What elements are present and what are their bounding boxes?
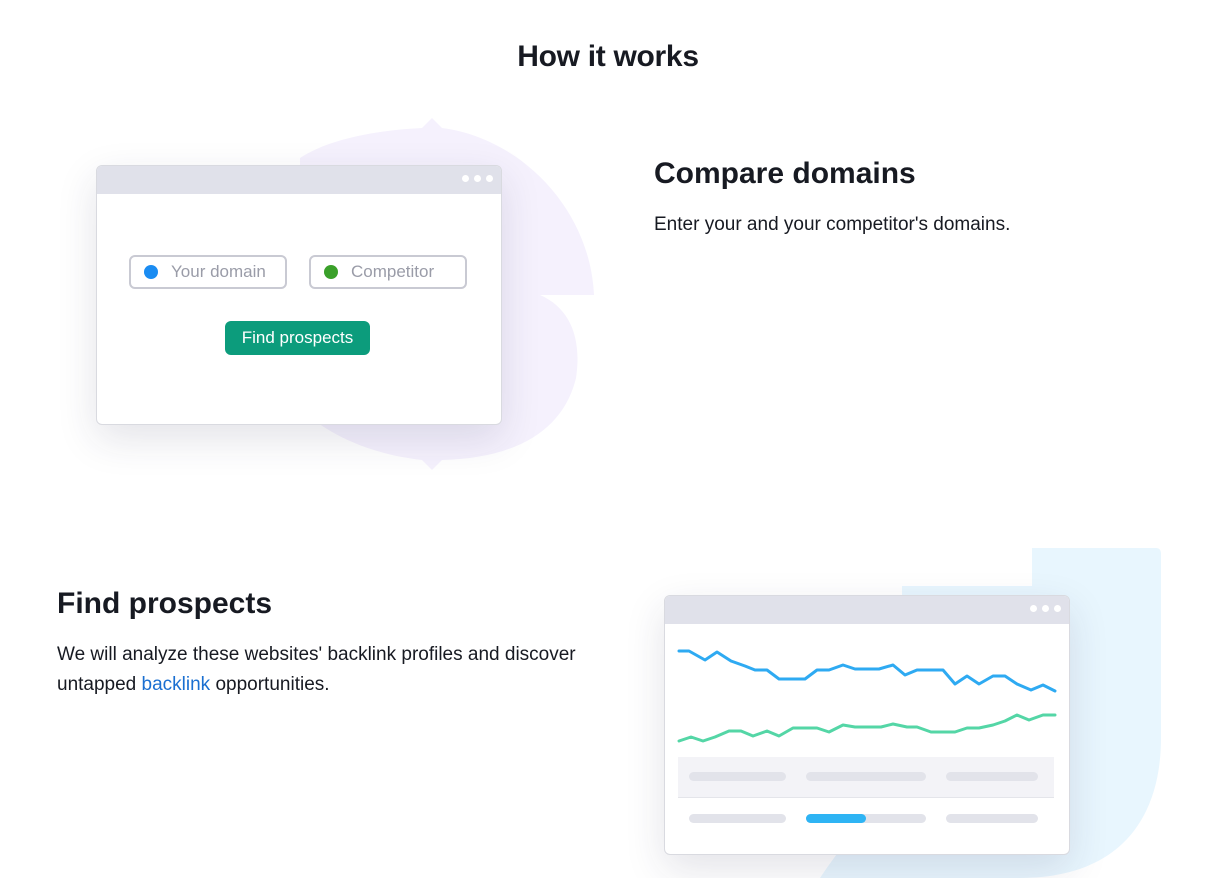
cell-placeholder (946, 814, 1038, 823)
your-domain-placeholder: Your domain (171, 262, 266, 281)
results-table (678, 757, 1054, 838)
competitor-field[interactable]: Competitor (309, 255, 467, 289)
step-find-prospects-description: We will analyze these websites' backlink… (57, 640, 577, 700)
step-compare-domains-title: Compare domains (654, 157, 916, 190)
header-cell-placeholder (806, 772, 926, 781)
competitor-placeholder: Competitor (351, 262, 435, 281)
backlink-link[interactable]: backlink (142, 674, 211, 695)
green-circle-icon (324, 265, 338, 279)
description-text-end: opportunities. (210, 674, 330, 695)
your-domain-field[interactable]: Your domain (129, 255, 287, 289)
table-header (678, 757, 1054, 798)
compare-domains-window: Your domain Competitor Find prospects (96, 165, 502, 425)
find-prospects-button[interactable]: Find prospects (225, 321, 370, 355)
step-compare-domains-description: Enter your and your competitor's domains… (654, 214, 1011, 235)
window-titlebar (97, 166, 501, 194)
your-domain-trend-line (677, 649, 1057, 693)
window-dots-icon (1030, 605, 1061, 612)
blue-circle-icon (144, 265, 158, 279)
trend-lines-chart (677, 649, 1057, 743)
step-find-prospects-title: Find prospects (57, 587, 273, 620)
progress-bar (806, 814, 926, 823)
backlink-analysis-window (664, 595, 1070, 855)
page-title: How it works (517, 40, 699, 73)
progress-bar-fill (806, 814, 866, 823)
header-cell-placeholder (689, 772, 786, 781)
table-row (678, 798, 1054, 838)
window-titlebar (665, 596, 1069, 624)
competitor-trend-line (677, 713, 1057, 743)
window-dots-icon (462, 175, 493, 182)
header-cell-placeholder (946, 772, 1038, 781)
cell-placeholder (689, 814, 786, 823)
